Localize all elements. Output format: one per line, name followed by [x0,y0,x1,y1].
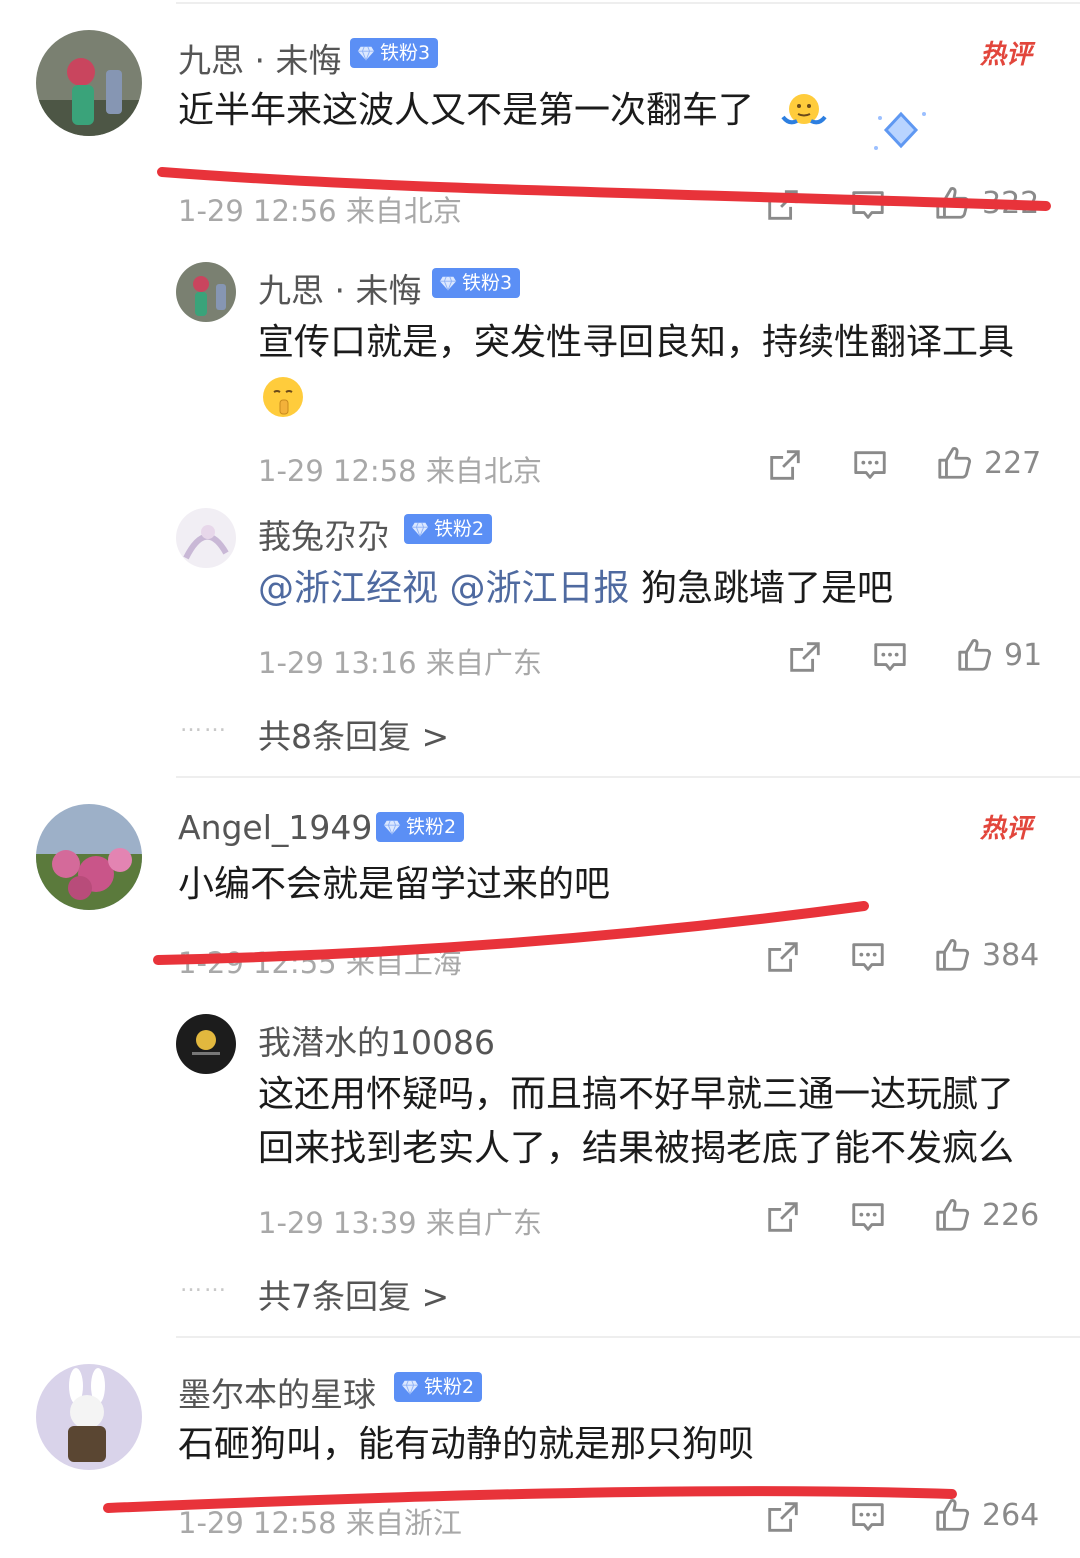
like-button[interactable]: 91 [956,636,1042,674]
like-count: 227 [984,445,1042,481]
like-button[interactable]: 226 [934,1196,1039,1234]
ellipsis: …… [180,1272,228,1297]
like-count: 91 [1004,637,1043,673]
gem-icon [357,44,375,62]
comment-icon [849,1198,887,1236]
gem-icon [439,274,457,292]
mention-link[interactable]: @浙江经视 [258,568,438,609]
avatar[interactable] [36,804,142,910]
reply-button[interactable] [871,638,909,676]
reply-username[interactable]: 莪兔尕尕 [258,510,390,558]
like-button[interactable]: 384 [934,936,1039,974]
fan-badge: 铁粉2 [376,812,465,842]
more-replies-link[interactable]: 共7条回复 > [258,1270,449,1318]
share-icon [766,446,804,484]
shush-emoji-icon [263,377,303,417]
like-button[interactable]: 264 [934,1496,1039,1534]
more-replies-link[interactable]: 共8条回复 > [258,710,449,758]
reply-text: 这还用怀疑吗，而且搞不好早就三通一达玩腻了 回来找到老实人了，结果被揭老底了能不… [258,1074,1015,1169]
like-count: 264 [982,1497,1040,1533]
reply-meta: 1-29 13:16 来自广东 [258,646,542,680]
reply-meta: 1-29 13:39 来自广东 [258,1206,542,1240]
reply-button[interactable] [849,1198,887,1236]
like-count: 384 [982,937,1040,973]
reply-username[interactable]: 九思 · 未悔 [258,264,421,312]
shrug-emoji-icon [781,94,828,125]
username[interactable]: 九思 · 未悔 [178,34,341,82]
gem-icon [411,520,429,538]
comment-3: 墨尔本的星球 铁粉2 石砸狗叫，能有动静的就是那只狗呗 1-29 12:58 来… [0,1336,1080,1558]
like-count: 226 [982,1197,1040,1233]
reply-meta: 1-29 12:58 来自北京 [258,454,542,488]
comment-meta: 1-29 12:56 来自北京 [178,194,462,228]
comment-2: Angel_1949 铁粉2 热评 小编不会就是留学过来的吧 1-29 12:5… [0,776,1080,1336]
reply-avatar[interactable] [176,508,236,568]
comment-icon [851,446,889,484]
fan-badge: 铁粉3 [432,268,521,298]
reply-button[interactable] [849,1498,887,1536]
reply-avatar[interactable] [176,1014,236,1074]
reply-button[interactable] [851,446,889,484]
like-icon [956,636,994,674]
divider [176,2,1080,4]
comment-icon [849,1498,887,1536]
reply-username[interactable]: 我潜水的10086 [258,1016,495,1064]
fan-badge: 铁粉3 [350,38,439,68]
divider [176,1336,1080,1338]
share-button[interactable] [766,446,804,484]
comment-meta: 1-29 12:58 来自浙江 [178,1506,462,1540]
comment-icon [849,186,887,224]
divider [176,776,1080,778]
like-button[interactable]: 227 [936,444,1041,482]
reply-avatar[interactable] [176,262,236,322]
fan-badge: 铁粉2 [394,1372,483,1402]
share-button[interactable] [786,638,824,676]
avatar[interactable] [36,1364,142,1470]
like-button[interactable]: 322 [934,184,1039,222]
share-button[interactable] [764,186,802,224]
ellipsis: …… [180,712,228,737]
like-icon [934,1496,972,1534]
share-button[interactable] [764,938,802,976]
username[interactable]: Angel_1949 [178,808,372,847]
share-icon [764,1498,802,1536]
share-icon [764,1198,802,1236]
share-icon [786,638,824,676]
hot-comment-tag: 热评 [980,814,1033,844]
comment-text: 小编不会就是留学过来的吧 [178,864,611,905]
comment-icon [871,638,909,676]
comment-text: 石砸狗叫，能有动静的就是那只狗呗 [178,1424,755,1465]
reply-text: 宣传口就是，突发性寻回良知，持续性翻译工具 [258,322,1015,363]
like-icon [934,936,972,974]
like-icon [934,1196,972,1234]
like-icon [936,444,974,482]
username[interactable]: 墨尔本的星球 [178,1368,376,1416]
share-icon [764,186,802,224]
share-icon [764,938,802,976]
mention-link[interactable]: @浙江日报 [449,568,629,609]
sparkle-gem-icon [874,111,926,150]
avatar[interactable] [36,30,142,136]
like-count: 322 [982,185,1040,221]
share-button[interactable] [764,1198,802,1236]
comment-meta: 1-29 12:55 来自上海 [178,946,462,980]
hot-comment-tag: 热评 [980,40,1033,70]
comment-icon [849,938,887,976]
reply-text: @浙江经视 @浙江日报 狗急跳墙了是吧 [258,568,893,609]
fan-badge: 铁粉2 [404,514,493,544]
like-icon [934,184,972,222]
reply-button[interactable] [849,186,887,224]
gem-icon [383,818,401,836]
comment-1: 九思 · 未悔 铁粉3 热评 近半年来这波人又不是第一次翻车了 1-29 12:… [0,0,1080,776]
comment-text: 近半年来这波人又不是第一次翻车了 [178,84,829,138]
share-button[interactable] [764,1498,802,1536]
reply-button[interactable] [849,938,887,976]
gem-icon [401,1378,419,1396]
